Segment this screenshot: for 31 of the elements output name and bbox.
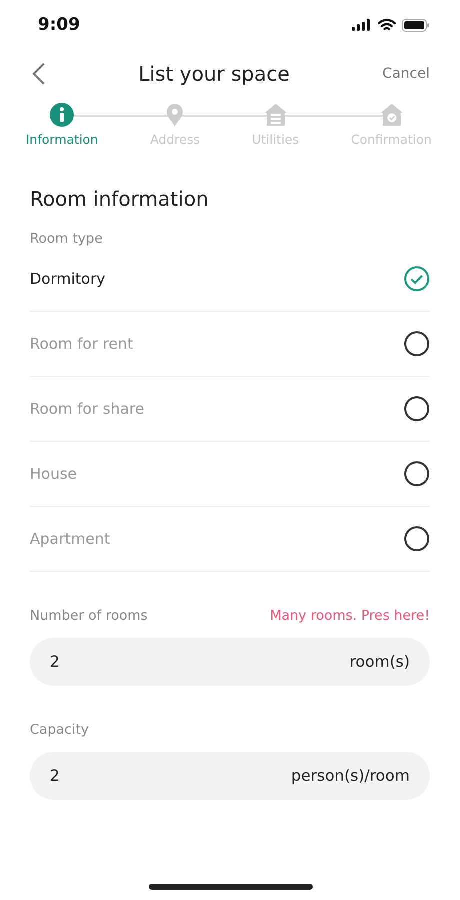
info-icon <box>49 102 76 128</box>
option-label: Apartment <box>30 530 110 548</box>
battery-icon <box>402 18 430 32</box>
page-title: List your space <box>138 62 290 86</box>
room-type-option[interactable]: House <box>30 442 430 507</box>
option-label: Room for share <box>30 400 144 418</box>
number-input-field[interactable]: 2 person(s)/room <box>30 752 430 800</box>
step-tab[interactable]: Information <box>26 102 98 147</box>
field-label: Number of rooms <box>30 608 148 624</box>
wifi-icon <box>378 18 396 32</box>
room-type-option[interactable]: Room for rent <box>30 312 430 377</box>
option-label: Dormitory <box>30 270 106 288</box>
room-type-option[interactable]: Room for share <box>30 377 430 442</box>
back-button[interactable] <box>32 62 46 86</box>
section-title: Room information <box>30 187 210 211</box>
signal-icon <box>352 19 372 31</box>
unit-label: room(s) <box>350 653 410 671</box>
house-check-icon <box>378 102 405 128</box>
room-type-option[interactable]: Apartment <box>30 507 430 572</box>
many-rooms-link[interactable]: Many rooms. Pres here! <box>270 608 430 624</box>
field-label: Room type <box>30 231 104 247</box>
number-input-field[interactable]: 2 room(s) <box>30 638 430 686</box>
back-icon <box>32 62 46 86</box>
cancel-button[interactable]: Cancel <box>382 66 430 82</box>
house-list-icon <box>262 102 289 128</box>
option-label: Room for rent <box>30 335 134 353</box>
status-time: 9:09 <box>38 15 80 35</box>
field-label: Capacity <box>30 722 89 738</box>
option-label: House <box>30 465 78 483</box>
unit-label: person(s)/room <box>291 767 410 785</box>
room-type-option[interactable]: Dormitory <box>30 247 430 312</box>
